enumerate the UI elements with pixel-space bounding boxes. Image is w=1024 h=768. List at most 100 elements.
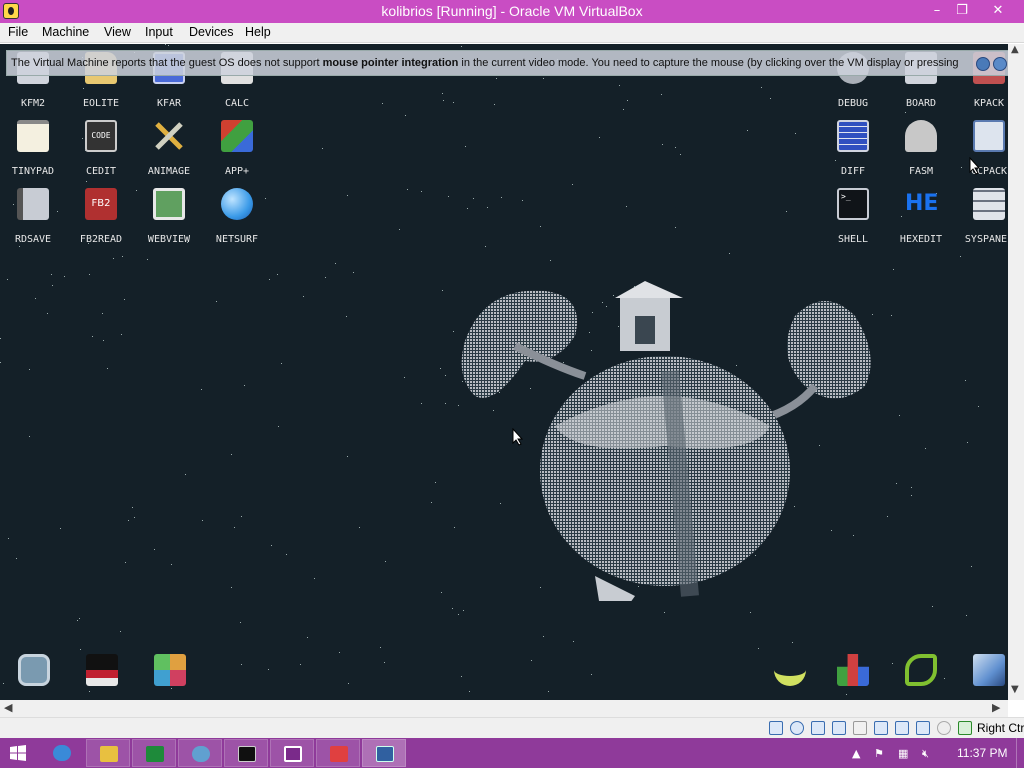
taskbar-file-explorer[interactable] xyxy=(86,739,130,767)
star xyxy=(92,336,93,337)
star xyxy=(473,198,474,199)
panel-app-3d-cubes[interactable] xyxy=(957,650,1008,694)
shared-folder-icon[interactable] xyxy=(874,721,888,735)
star xyxy=(165,44,166,45)
display-icon[interactable] xyxy=(895,721,909,735)
star xyxy=(322,148,323,149)
panel-app-blocks[interactable] xyxy=(821,650,885,694)
network-tray-icon[interactable]: ▦ xyxy=(898,747,908,760)
star xyxy=(905,112,906,113)
notepad-icon xyxy=(17,120,49,152)
vm-display[interactable]: KFM2 EOLITE KFAR CALC TINYPAD CODE CEDIT… xyxy=(0,44,1008,700)
star xyxy=(154,549,155,550)
menu-file[interactable]: File xyxy=(8,25,28,39)
desktop-icon-ccpack[interactable]: CCPACK xyxy=(957,116,1008,177)
3d-cubes-icon xyxy=(973,654,1005,686)
notification-close-button[interactable] xyxy=(993,57,1007,71)
windows-start-icon[interactable] xyxy=(10,745,26,761)
taskbar-internet-explorer[interactable] xyxy=(40,739,84,767)
volume-muted-icon[interactable]: 🔇︎ xyxy=(922,747,929,761)
scroll-right-icon[interactable]: ▶ xyxy=(992,701,1000,714)
scroll-left-icon[interactable]: ◀ xyxy=(4,701,12,714)
desktop-icon-webview[interactable]: WEBVIEW xyxy=(137,184,201,245)
scroll-up-icon[interactable]: ▲ xyxy=(1011,44,1019,55)
kolibri-menu-button[interactable] xyxy=(2,650,66,694)
star xyxy=(325,277,326,278)
star xyxy=(899,415,900,416)
desktop-icon-netsurf[interactable]: NETSURF xyxy=(205,184,269,245)
desktop-icon-app-plus[interactable]: APP+ xyxy=(205,116,269,177)
star xyxy=(675,227,676,228)
hdd-icon[interactable] xyxy=(769,721,783,735)
taskbar-virtualbox-vm[interactable] xyxy=(362,739,406,767)
scroll-down-icon[interactable]: ▼ xyxy=(1011,684,1019,695)
menu-help[interactable]: Help xyxy=(245,25,271,39)
star xyxy=(29,436,30,437)
close-button[interactable]: ✕ xyxy=(974,0,1022,22)
star xyxy=(102,313,103,314)
menu-devices[interactable]: Devices xyxy=(189,25,233,39)
taskbar-media-player[interactable] xyxy=(178,739,222,767)
desktop-icon-cedit[interactable]: CODE CEDIT xyxy=(69,116,133,177)
desktop-icon-label: TINYPAD xyxy=(11,166,55,177)
action-center-flag-icon[interactable]: ⚑ xyxy=(874,747,884,760)
minimize-button[interactable]: – xyxy=(924,0,950,22)
taskbar-clock[interactable]: 11:37 PM xyxy=(957,746,1007,760)
star xyxy=(550,260,551,261)
horizontal-scrollbar[interactable]: ◀ ▶ xyxy=(0,700,1008,717)
tray-overflow-icon[interactable]: ▲ xyxy=(852,747,860,760)
desktop-icon-fb2read[interactable]: FB2 FB2READ xyxy=(69,184,133,245)
star xyxy=(335,263,336,264)
command-prompt-icon xyxy=(238,746,256,762)
star xyxy=(240,622,241,623)
taskbar-onenote[interactable] xyxy=(270,739,314,767)
star xyxy=(347,456,348,457)
desktop-icon-rdsave[interactable]: RDSAVE xyxy=(1,184,65,245)
mouse-integration-icon[interactable] xyxy=(958,721,972,735)
star xyxy=(664,612,665,613)
menu-input[interactable]: Input xyxy=(145,25,173,39)
star xyxy=(107,368,108,369)
usb-icon[interactable] xyxy=(853,721,867,735)
hammer-icon xyxy=(905,120,937,152)
taskbar-command-prompt[interactable] xyxy=(224,739,268,767)
taskbar-excel[interactable] xyxy=(132,739,176,767)
panel-app-mosaic[interactable] xyxy=(138,650,202,694)
panel-app-hummingbird[interactable] xyxy=(758,650,822,694)
notification-info-button[interactable] xyxy=(976,57,990,71)
show-desktop-button[interactable] xyxy=(1016,738,1024,768)
star xyxy=(967,442,968,443)
star xyxy=(467,208,468,209)
vertical-scrollbar[interactable]: ▲ ▼ xyxy=(1008,44,1024,700)
star xyxy=(891,315,892,316)
desktop-icon-diff[interactable]: DIFF xyxy=(821,116,885,177)
panel-app-flag[interactable] xyxy=(70,650,134,694)
window-title-bar[interactable]: kolibrios [Running] - Oracle VM VirtualB… xyxy=(0,0,1024,23)
desktop-icon-hexedit[interactable]: HE HEXEDIT xyxy=(889,184,953,245)
star xyxy=(16,558,17,559)
star xyxy=(522,200,523,201)
mouse-cursor-secondary-icon xyxy=(969,157,981,175)
desktop-icon-animage[interactable]: ANIMAGE xyxy=(137,116,201,177)
star xyxy=(599,137,600,138)
menu-machine[interactable]: Machine xyxy=(42,25,89,39)
audio-icon[interactable] xyxy=(811,721,825,735)
panel-app-snake[interactable] xyxy=(889,650,953,694)
desktop-icon-shell[interactable]: >_ SHELL xyxy=(821,184,885,245)
desktop-icon-tinypad[interactable]: TINYPAD xyxy=(1,116,65,177)
taskbar-virtualbox-manager[interactable] xyxy=(316,739,360,767)
menu-view[interactable]: View xyxy=(104,25,131,39)
star xyxy=(591,674,592,675)
star xyxy=(384,662,385,663)
star xyxy=(346,316,347,317)
cd-icon[interactable] xyxy=(790,721,804,735)
star xyxy=(896,483,897,484)
star xyxy=(441,592,442,593)
network-icon[interactable] xyxy=(832,721,846,735)
vt-x-icon[interactable] xyxy=(937,721,951,735)
desktop-icon-fasm[interactable]: FASM xyxy=(889,116,953,177)
record-icon[interactable] xyxy=(916,721,930,735)
maximize-button[interactable]: ❐ xyxy=(950,0,974,22)
star xyxy=(47,313,48,314)
desktop-icon-syspanel[interactable]: SYSPANEL xyxy=(957,184,1008,245)
